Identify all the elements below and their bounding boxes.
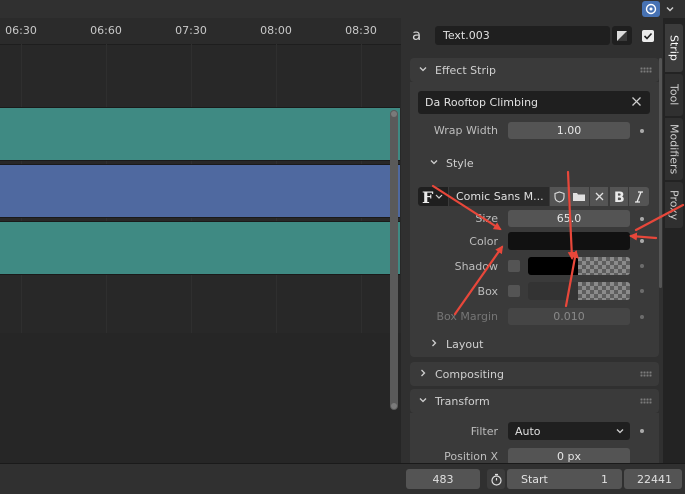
color-label: Color bbox=[469, 235, 498, 248]
mute-toggle-icon[interactable] bbox=[612, 26, 632, 45]
chevron-right-icon bbox=[428, 338, 440, 351]
compositing-header[interactable]: Compositing bbox=[410, 362, 659, 386]
font-name: Comic Sans M... bbox=[456, 190, 544, 203]
transform-header[interactable]: Transform bbox=[410, 389, 659, 413]
tab-strip[interactable]: Strip bbox=[665, 24, 683, 72]
shadow-checkbox[interactable] bbox=[508, 260, 520, 272]
folder-icon[interactable] bbox=[569, 187, 589, 206]
filter-dropdown[interactable]: Auto bbox=[508, 422, 630, 440]
keyframe-dot-icon[interactable] bbox=[640, 129, 644, 133]
box-alpha-swatch[interactable] bbox=[578, 282, 630, 300]
close-icon[interactable] bbox=[631, 96, 642, 110]
chevron-down-icon bbox=[428, 157, 440, 170]
box-margin-label: Box Margin bbox=[436, 310, 498, 323]
italic-icon[interactable] bbox=[629, 187, 649, 206]
properties-panel: a Text.003 Effect Strip Da Rooftop Climb… bbox=[401, 18, 663, 463]
enable-checkbox[interactable] bbox=[642, 30, 654, 42]
section-title: Compositing bbox=[435, 367, 504, 381]
drag-grip-icon[interactable] bbox=[640, 371, 652, 377]
chevron-right-icon bbox=[417, 368, 429, 381]
keyframe-dot-icon[interactable] bbox=[640, 315, 644, 319]
chevron-down-icon bbox=[417, 395, 429, 408]
sequence-strip-selected[interactable] bbox=[0, 164, 400, 218]
position-x-label: Position X bbox=[444, 450, 498, 463]
text-value: Da Rooftop Climbing bbox=[425, 96, 539, 109]
sidebar-tabs: Strip Tool Modifiers Proxy bbox=[663, 18, 685, 463]
start-value: 1 bbox=[601, 472, 608, 486]
wrap-width-field[interactable]: 1.00 bbox=[508, 122, 630, 139]
filter-label: Filter bbox=[470, 425, 498, 438]
channel-background bbox=[0, 333, 401, 463]
strip-name: Text.003 bbox=[443, 29, 490, 42]
color-swatch[interactable] bbox=[508, 232, 630, 250]
keyframe-dot-icon[interactable] bbox=[640, 289, 644, 293]
vertical-scrollbar[interactable] bbox=[390, 110, 398, 410]
svg-text:B: B bbox=[614, 190, 625, 204]
sequence-strip[interactable] bbox=[0, 221, 400, 275]
section-title: Style bbox=[446, 157, 474, 170]
svg-text:F: F bbox=[422, 189, 434, 205]
text-strip-icon: a bbox=[410, 26, 426, 44]
bold-icon[interactable]: B bbox=[610, 187, 628, 206]
tab-modifiers[interactable]: Modifiers bbox=[665, 118, 683, 180]
keyframe-dot-icon[interactable] bbox=[640, 239, 644, 243]
size-field[interactable]: 65.0 bbox=[508, 210, 630, 227]
sequencer-timeline[interactable]: 06:30 06:60 07:30 08:00 08:30 bbox=[0, 18, 401, 463]
font-icon[interactable]: F bbox=[418, 187, 448, 206]
svg-text:a: a bbox=[412, 27, 421, 43]
effect-strip-header[interactable]: Effect Strip bbox=[410, 58, 659, 82]
strip-name-field[interactable]: Text.003 bbox=[435, 26, 610, 45]
start-label: Start bbox=[521, 472, 548, 486]
playback-bar: 483 Start 1 22441 bbox=[0, 463, 685, 494]
circle-icon bbox=[645, 3, 657, 15]
filter-value: Auto bbox=[515, 424, 541, 438]
drag-grip-icon[interactable] bbox=[640, 67, 652, 73]
box-color-swatch[interactable] bbox=[528, 282, 578, 300]
properties-scrollbar[interactable] bbox=[659, 58, 662, 288]
section-title: Effect Strip bbox=[435, 63, 497, 77]
wrap-width-label: Wrap Width bbox=[433, 124, 498, 137]
chevron-down-icon bbox=[417, 64, 429, 77]
size-label: Size bbox=[475, 212, 498, 225]
shadow-label: Shadow bbox=[454, 260, 498, 273]
box-checkbox[interactable] bbox=[508, 285, 520, 297]
position-x-field[interactable]: 0 px bbox=[508, 448, 630, 463]
close-icon[interactable] bbox=[590, 187, 608, 206]
keyframe-dot-icon[interactable] bbox=[640, 429, 644, 433]
chevron-down-icon[interactable] bbox=[661, 1, 679, 17]
ruler-label: 08:00 bbox=[260, 24, 292, 37]
shadow-color-swatch[interactable] bbox=[528, 257, 578, 275]
end-frame-field[interactable]: 22441 bbox=[624, 469, 682, 489]
text-input[interactable]: Da Rooftop Climbing bbox=[418, 91, 650, 114]
box-margin-field[interactable]: 0.010 bbox=[508, 308, 630, 325]
sequence-strip[interactable] bbox=[0, 107, 400, 161]
top-header bbox=[0, 0, 685, 18]
box-label: Box bbox=[477, 285, 498, 298]
ruler-label: 08:30 bbox=[345, 24, 377, 37]
style-subheader[interactable]: Style bbox=[428, 157, 474, 170]
shadow-alpha-swatch[interactable] bbox=[578, 257, 630, 275]
time-ruler[interactable]: 06:30 06:60 07:30 08:00 08:30 bbox=[0, 18, 401, 45]
ruler-label: 06:30 bbox=[5, 24, 37, 37]
drag-grip-icon[interactable] bbox=[640, 398, 652, 404]
chevron-down-icon bbox=[615, 426, 625, 439]
section-title: Layout bbox=[446, 338, 484, 351]
ruler-label: 07:30 bbox=[175, 24, 207, 37]
overlay-icon[interactable] bbox=[642, 1, 660, 17]
keyframe-dot-icon[interactable] bbox=[640, 217, 644, 221]
stopwatch-icon[interactable] bbox=[487, 469, 505, 489]
keyframe-dot-icon[interactable] bbox=[640, 264, 644, 268]
start-frame-field[interactable]: Start 1 bbox=[507, 469, 622, 489]
ruler-label: 06:60 bbox=[90, 24, 122, 37]
section-title: Transform bbox=[435, 394, 490, 408]
current-frame-field[interactable]: 483 bbox=[406, 469, 480, 489]
tab-proxy[interactable]: Proxy bbox=[665, 182, 683, 228]
layout-subheader[interactable]: Layout bbox=[428, 338, 483, 351]
tab-tool[interactable]: Tool bbox=[665, 74, 683, 116]
shield-icon[interactable] bbox=[550, 187, 568, 206]
font-name-field[interactable]: Comic Sans M... bbox=[449, 187, 549, 206]
